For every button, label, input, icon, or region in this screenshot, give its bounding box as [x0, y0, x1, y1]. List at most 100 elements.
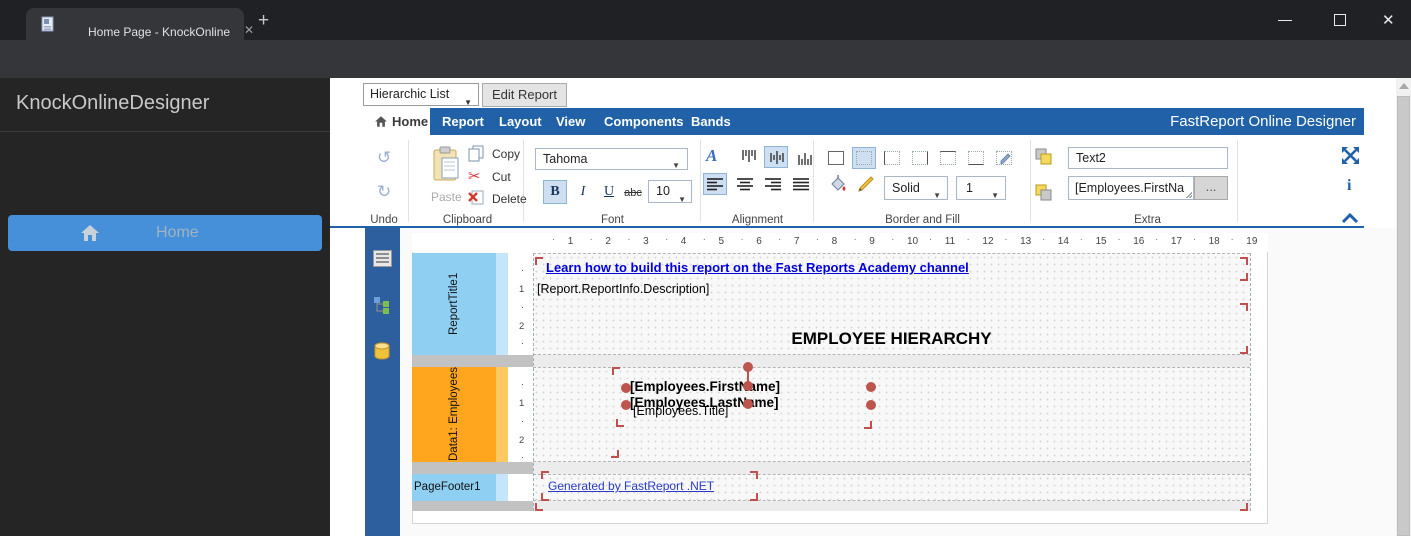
valign-center-button[interactable] [764, 146, 788, 168]
report-object-academy-link[interactable]: Learn how to build this report on the Fa… [546, 260, 969, 275]
tab-close-icon[interactable]: ✕ [244, 23, 254, 37]
ruler-tick: · [1004, 234, 1007, 245]
font-size-select[interactable]: 10 ▼ [648, 180, 692, 203]
tab-favicon-icon [39, 16, 55, 32]
sidebar-item-home[interactable]: Home [8, 215, 322, 251]
border-width-select[interactable]: 1 ▼ [956, 176, 1006, 200]
border-right-button[interactable] [908, 147, 932, 169]
send-to-back-icon [1035, 184, 1053, 202]
report-object-firstname[interactable]: [Employees.FirstName] [630, 379, 780, 394]
italic-button[interactable]: I [571, 180, 595, 204]
cut-icon: ✂ [468, 168, 481, 185]
band-header-pagefooter[interactable]: PageFooter1 [412, 474, 496, 501]
report-object-description[interactable]: [Report.ReportInfo.Description] [537, 282, 709, 296]
window-maximize-icon[interactable] [1334, 14, 1346, 26]
border-style-value: Solid [892, 181, 920, 195]
object-corner-marker [541, 471, 549, 479]
browser-tab[interactable]: Home Page - KnockOnlineDesign ✕ [26, 8, 244, 40]
border-edit-button[interactable] [992, 147, 1016, 169]
underline-button[interactable]: U [597, 180, 621, 204]
report-object-employeetitle[interactable]: [Employees.Title] [633, 404, 728, 418]
new-tab-button[interactable]: + [258, 10, 269, 32]
menu-item-layout[interactable]: Layout [499, 114, 542, 129]
ruler-tick: · [778, 234, 781, 245]
band-separator[interactable] [412, 355, 533, 367]
object-name-input[interactable] [1068, 147, 1228, 169]
delete-button[interactable] [467, 189, 484, 211]
edit-report-button[interactable]: Edit Report [482, 83, 567, 107]
selection-handle[interactable] [621, 383, 631, 393]
valign-bottom-button[interactable] [792, 146, 816, 168]
data-source-icon[interactable] [373, 342, 391, 365]
align-left-button[interactable] [703, 173, 727, 195]
properties-panel-icon[interactable] [373, 250, 392, 272]
delete-label[interactable]: Delete [492, 192, 527, 206]
copy-button[interactable] [468, 145, 485, 167]
info-button[interactable]: i [1347, 177, 1351, 195]
selection-handle[interactable] [866, 400, 876, 410]
border-top-button[interactable] [936, 147, 960, 169]
redo-icon[interactable]: ↻ [377, 182, 391, 202]
border-none-button[interactable] [852, 147, 876, 169]
cut-button[interactable]: ✂ [468, 167, 481, 185]
tab-home[interactable]: Home [365, 108, 430, 135]
object-corner-marker [864, 421, 872, 429]
band-header-reporttitle[interactable]: ReportTitle1 [412, 253, 496, 355]
sidebar-item-home-label: Home [156, 224, 199, 242]
align-justify-button[interactable] [789, 173, 813, 195]
object-corner-marker [611, 450, 619, 458]
window-minimize-icon[interactable] [1278, 20, 1292, 21]
border-style-select[interactable]: Solid ▼ [884, 176, 948, 200]
expression-more-button[interactable]: ... [1194, 176, 1228, 200]
font-family-value: Tahoma [543, 152, 587, 166]
align-right-button[interactable] [761, 173, 785, 195]
send-to-back-button[interactable] [1035, 184, 1053, 207]
collapse-toolbar-button[interactable] [1341, 211, 1359, 229]
band-header-data[interactable]: Data1: Employees [412, 367, 496, 462]
resize-grip-icon[interactable] [1186, 192, 1192, 198]
menu-item-components[interactable]: Components [604, 114, 683, 129]
selection-handle[interactable] [743, 399, 753, 409]
fullscreen-button[interactable] [1342, 147, 1359, 169]
align-center-button[interactable] [733, 173, 757, 195]
undo-icon[interactable]: ↺ [377, 148, 391, 168]
band-separator[interactable] [412, 462, 533, 474]
border-width-value: 1 [966, 181, 973, 195]
bold-button[interactable]: B [543, 180, 567, 204]
object-corner-marker [535, 257, 543, 265]
font-group-label: Font [560, 214, 665, 226]
bring-to-front-icon [1035, 148, 1053, 166]
menu-item-view[interactable]: View [556, 114, 585, 129]
cut-label[interactable]: Cut [492, 170, 511, 184]
object-corner-marker [750, 493, 758, 501]
border-all-button[interactable] [824, 147, 848, 169]
copy-label[interactable]: Copy [492, 147, 520, 161]
report-tree-icon[interactable] [373, 296, 391, 319]
text-brush-button[interactable] [856, 174, 876, 199]
tab-home-label: Home [392, 114, 428, 129]
template-select[interactable]: Hierarchic List ▼ [363, 83, 479, 106]
selection-handle[interactable] [866, 382, 876, 392]
menu-item-report[interactable]: Report [442, 114, 484, 129]
scrollbar-thumb[interactable] [1397, 96, 1410, 536]
object-expression-field[interactable]: [Employees.FirstNa [1068, 176, 1194, 200]
strikethrough-button[interactable]: abc [621, 181, 645, 205]
font-family-select[interactable]: Tahoma ▼ [535, 148, 688, 170]
fill-color-button[interactable] [828, 174, 848, 199]
group-separator [1030, 140, 1031, 222]
ruler-number: 17 [1171, 236, 1182, 247]
scrollbar-up-icon[interactable] [1399, 83, 1409, 89]
font-color-button[interactable]: A [706, 146, 717, 166]
menu-item-bands[interactable]: Bands [691, 114, 731, 129]
horizontal-ruler: ·1·2·3·4·5·6·7·8·9·10·11·12·13·14·15·16·… [412, 233, 1268, 252]
report-object-title[interactable]: EMPLOYEE HIERARCHY [533, 329, 1250, 349]
selection-handle[interactable] [621, 400, 631, 410]
border-bottom-button[interactable] [964, 147, 988, 169]
bring-to-front-button[interactable] [1035, 148, 1053, 171]
valign-top-button[interactable] [736, 146, 760, 168]
border-left-button[interactable] [880, 147, 904, 169]
font-size-value: 10 [656, 184, 670, 198]
paste-button[interactable] [430, 146, 462, 191]
report-object-footer[interactable]: Generated by FastReport .NET [548, 479, 714, 493]
window-close-icon[interactable]: ✕ [1382, 11, 1395, 29]
